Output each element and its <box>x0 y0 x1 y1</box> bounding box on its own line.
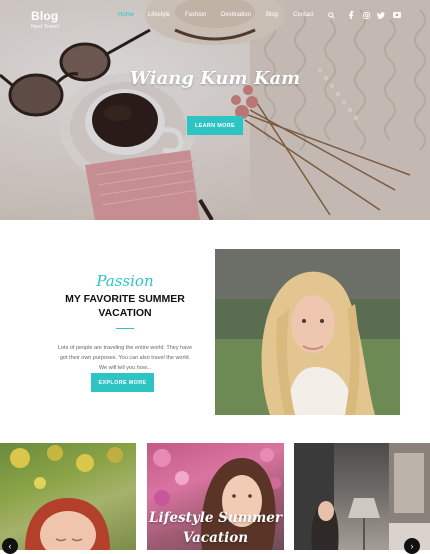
nav-item-lifestyle[interactable]: Lifestyle <box>148 12 170 18</box>
feature-text: Passion MY FAVORITE SUMMER VACATION Lots… <box>50 272 200 373</box>
feature-heading-line-1: MY FAVORITE SUMMER <box>65 293 185 305</box>
post-card-2-title-line-2: Vacation <box>182 530 249 546</box>
hero-banner: Blog Next Travel Home Lifestyle Fashion … <box>0 0 430 220</box>
brand-subtitle: Next Travel <box>31 24 59 30</box>
feature-body: Lots of people are traveling the entire … <box>50 343 200 373</box>
facebook-icon[interactable] <box>348 11 354 19</box>
post-card-1-image <box>10 445 123 550</box>
feature-heading: MY FAVORITE SUMMER VACATION <box>50 292 200 320</box>
nav-item-destination[interactable]: Destination <box>221 12 251 18</box>
hero-overlay <box>0 0 430 220</box>
twitter-icon[interactable] <box>377 12 385 19</box>
youtube-icon[interactable] <box>393 12 401 18</box>
chevron-left-icon: ‹ <box>8 540 12 551</box>
post-card-1[interactable] <box>0 443 136 550</box>
nav-item-contact[interactable]: Contact <box>293 12 314 18</box>
portrait-image <box>215 249 400 415</box>
brand-logo[interactable]: Blog Next Travel <box>31 9 59 30</box>
feature-heading-line-2: VACATION <box>98 307 152 319</box>
post-card-3[interactable] <box>294 443 430 550</box>
hero-title: Wiang Kum Kam <box>129 68 301 89</box>
brand-title: Blog <box>31 9 59 23</box>
carousel-prev-button[interactable]: ‹ <box>2 538 18 554</box>
post-card-3-image <box>294 443 430 550</box>
feature-kicker: Passion <box>96 272 154 290</box>
carousel-next-button[interactable]: › <box>404 538 420 554</box>
search-icon[interactable] <box>328 12 335 19</box>
post-card-2-title: Lifestyle Summer Vacation <box>147 508 284 548</box>
post-card-2-title-line-1: Lifestyle Summer <box>149 510 282 526</box>
learn-more-button[interactable]: LEARN MORE <box>187 116 243 135</box>
nav-item-home[interactable]: Home <box>118 12 134 18</box>
instagram-icon[interactable] <box>363 12 370 19</box>
feature-portrait[interactable] <box>215 249 400 415</box>
explore-more-button[interactable]: EXPLORE MORE <box>91 373 154 392</box>
nav-item-blog[interactable]: Blog <box>266 12 278 18</box>
feature-divider <box>116 328 134 329</box>
feature-body-line-3: We will tell you how... <box>98 365 152 371</box>
feature-body-line-2: got their own purposes. You can also tra… <box>59 355 191 361</box>
chevron-right-icon: › <box>410 540 414 551</box>
feature-body-line-1: Lots of people are traveling the entire … <box>57 345 193 351</box>
nav-item-fashion[interactable]: Fashion <box>185 12 206 18</box>
post-card-2[interactable]: Lifestyle Summer Vacation <box>147 443 284 550</box>
